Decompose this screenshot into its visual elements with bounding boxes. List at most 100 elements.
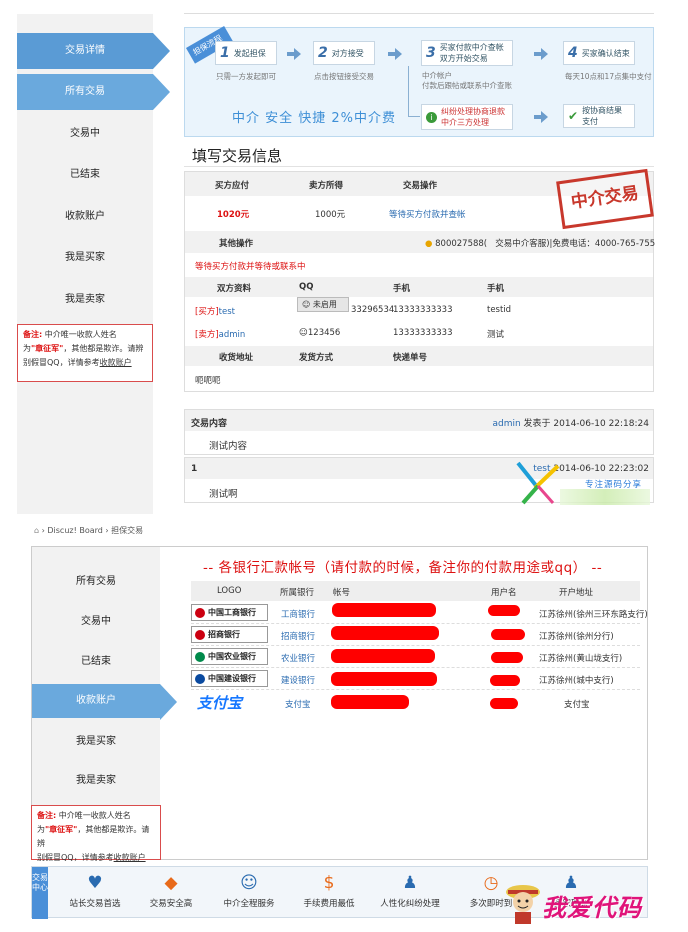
agree-label: 按协商结果支付	[582, 106, 623, 126]
note-text: 中介唯一收款人姓名	[58, 811, 131, 820]
bank-name-link[interactable]: 支付宝	[285, 698, 311, 710]
feature-label: 人性化纠纷处理	[380, 899, 440, 909]
note-link[interactable]: 收款账户	[114, 853, 146, 862]
note-text: 别假冒QQ，详情参考	[23, 358, 100, 367]
breadcrumb-current[interactable]: 担保交易	[111, 526, 143, 535]
sidebar2-item-receive-account[interactable]: 收款账户	[32, 684, 177, 720]
party-role: [买方]	[195, 307, 219, 317]
qq-penguin-icon: ●	[425, 239, 433, 249]
service-qq[interactable]: 800027588(	[435, 239, 487, 249]
sidebar2-item-seller[interactable]: 我是卖家	[32, 763, 160, 799]
other-ops-row: 其他操作 ● 800027588( 交易中介客服)|免费电话：4000-765-…	[185, 231, 655, 253]
ship-head-row: 收货地址 发货方式 快递单号	[185, 346, 653, 366]
message-head-label: 交易内容	[191, 419, 228, 429]
flow-arrow-icon	[388, 48, 402, 60]
step-number: 3	[426, 44, 436, 61]
watermark-blur	[560, 489, 650, 505]
sidebar2-item-all-trades[interactable]: 所有交易	[32, 564, 160, 600]
info-icon: i	[426, 111, 437, 123]
col-header: 买方应付	[215, 181, 250, 191]
shield-check-icon: ♥	[87, 873, 103, 893]
sidebar2-item-buyer[interactable]: 我是买家	[32, 724, 160, 760]
shield-icon: ◆	[164, 873, 178, 893]
note-link[interactable]: 收款账户	[100, 358, 132, 367]
sidebar-item-trade-detail[interactable]: 交易详情	[17, 33, 170, 69]
bank-address: 江苏徐州(黄山垅支行)	[539, 654, 623, 664]
sidebar-note: 备注: 中介唯一收款人姓名 为"章征军"，其他都是欺诈。请辨 别假冒QQ，详情参…	[17, 324, 153, 382]
col-header: 交易操作	[403, 181, 438, 191]
message-block-1: 交易内容 admin 发表于 2014-06-10 22:18:24 测试内容	[184, 409, 654, 455]
message-body: 测试内容	[209, 441, 248, 452]
dispute-label: 纠纷处理协商退款 中介三方处理	[441, 107, 505, 127]
bank-address: 江苏徐州(城中支行)	[539, 676, 614, 686]
feature-label: 手续费用最低	[303, 899, 355, 909]
step-number: 4	[568, 44, 578, 61]
bank-name-link[interactable]: 农业银行	[281, 652, 315, 664]
breadcrumb-home-link[interactable]: Discuz! Board	[47, 526, 102, 535]
check-icon: ✔	[568, 108, 579, 123]
sidebar2-item-trading[interactable]: 交易中	[32, 604, 160, 640]
bank-section-title: -- 各银行汇款帐号（请付款的时候，备注你的付款用途或qq） --	[203, 560, 603, 576]
party-row-seller: [卖方]admin ☺123456 13333333333 测试	[185, 323, 653, 343]
home-icon[interactable]: ⌂	[34, 526, 39, 535]
party-qq: 123456	[307, 328, 341, 338]
sidebar-item-seller[interactable]: 我是卖家	[17, 282, 153, 318]
breadcrumb-sep: ›	[105, 526, 109, 535]
watermark-logo-icon	[513, 458, 563, 508]
col-header: LOGO	[217, 586, 242, 596]
message-head: 1 test 2014-06-10 22:23:02	[185, 458, 653, 479]
bank-name-link[interactable]: 招商银行	[281, 630, 315, 642]
message-time: 发表于 2014-06-10 22:18:24	[523, 419, 649, 429]
redacted-username	[491, 629, 525, 640]
breadcrumb: ⌂ › Discuz! Board › 担保交易	[34, 525, 143, 536]
bank-address: 支付宝	[564, 700, 590, 710]
bank-name-link[interactable]: 工商银行	[281, 608, 315, 620]
ccb-logo-icon: 中国建设银行	[191, 670, 268, 687]
note-highlight: "章征军"	[45, 825, 78, 834]
flow-dispute: i 纠纷处理协商退款 中介三方处理	[421, 104, 513, 130]
feature-item: ♥ 站长交易首选	[56, 867, 134, 919]
buyer-pay-value: 1020元	[217, 210, 250, 220]
message-time: 2014-06-10 22:23:02	[553, 464, 649, 474]
note-text: ，其他都是欺诈。请辨	[63, 344, 144, 353]
flow-step-4: 4 买家确认结束	[563, 41, 635, 65]
user-service-icon: ☺	[240, 873, 258, 893]
party-qq: 33296534	[351, 305, 395, 315]
op-status-link[interactable]: 等待买方付款并查帐	[389, 208, 466, 220]
party-phone: 13333333333	[393, 328, 453, 338]
redacted-username	[488, 605, 520, 616]
qq-penguin-icon: ☺	[302, 300, 311, 309]
abc-logo-icon: 中国农业银行	[191, 648, 268, 665]
page-title: 填写交易信息	[192, 147, 283, 165]
party-name-link[interactable]: test	[219, 307, 235, 317]
sidebar2-note: 备注: 中介唯一收款人姓名 为"章征军"，其他都是欺诈。请辨 别假冒QQ，详情参…	[31, 805, 161, 862]
flow-step-3-sub: 中介帐户 付款后跟帖或联系中介查账	[422, 71, 512, 90]
redacted-account	[331, 695, 409, 709]
bank-logo-text: 中国建设银行	[208, 674, 256, 683]
feature-item: ☺ 中介全程服务	[210, 867, 288, 919]
sidebar-item-trading[interactable]: 交易中	[17, 116, 153, 152]
party-name-link[interactable]: admin	[219, 330, 246, 340]
party-phone2: testid	[487, 305, 512, 315]
cmb-logo-icon: 招商银行	[191, 626, 268, 643]
sidebar-item-receive-account[interactable]: 收款账户	[17, 199, 153, 235]
message-author-link[interactable]: admin	[492, 419, 520, 429]
other-ops-label: 其他操作	[219, 239, 254, 249]
col-header: 快递单号	[393, 353, 428, 363]
sidebar2-item-ended[interactable]: 已结束	[32, 644, 160, 680]
party-role: [卖方]	[195, 330, 219, 340]
sidebar-item-ended[interactable]: 已结束	[17, 157, 153, 193]
alipay-logo-icon: 支付宝	[197, 694, 243, 712]
bank-name-link[interactable]: 建设银行	[281, 674, 315, 686]
sidebar-item-all-trades[interactable]: 所有交易	[17, 74, 170, 110]
address-row: 呃呃呃	[185, 369, 653, 389]
note-text: 为	[23, 344, 31, 353]
feature-label: 站长交易首选	[69, 899, 121, 909]
feature-item: ♟ 人性化纠纷处理	[371, 867, 449, 919]
flow-branch-line	[408, 116, 420, 117]
qq-status-tooltip: ☺ 未启用	[297, 297, 349, 312]
bank-logo-text: 中国工商银行	[208, 608, 256, 617]
sidebar-item-buyer[interactable]: 我是买家	[17, 240, 153, 276]
title-underline	[184, 166, 654, 167]
redacted-username	[491, 652, 523, 663]
